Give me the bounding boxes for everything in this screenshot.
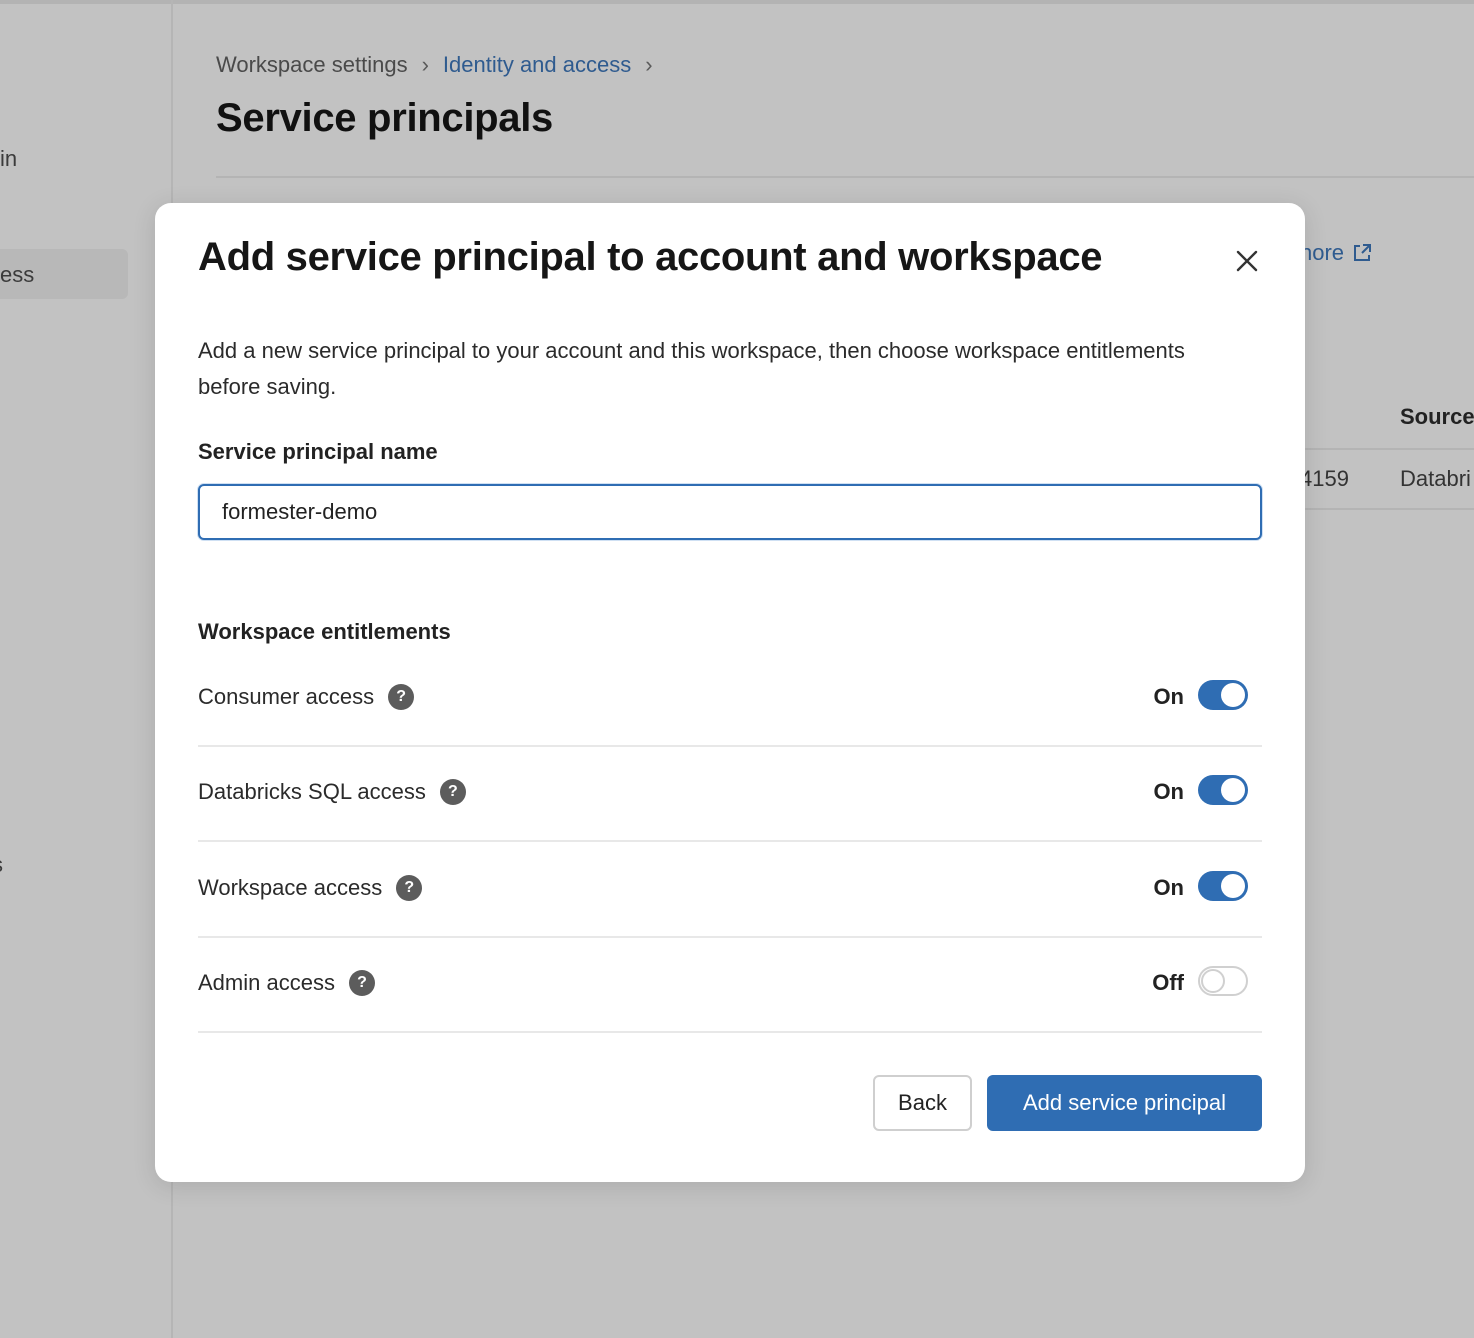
learn-more-link: nore bbox=[1300, 240, 1372, 266]
help-icon[interactable]: ? bbox=[439, 779, 466, 805]
entitlement-label: Workspace access bbox=[198, 875, 383, 900]
workspace-entitlements-heading: Workspace entitlements bbox=[198, 619, 451, 644]
add-service-principal-dialog: Add service principal to account and wor… bbox=[155, 203, 1305, 1182]
toggle-state-label: On bbox=[1153, 779, 1184, 804]
toggle-knob bbox=[1221, 778, 1245, 802]
column-header-source: Source bbox=[1400, 404, 1474, 429]
entitlement-row-consumer-access: Consumer access ? On bbox=[198, 650, 1262, 747]
top-border bbox=[0, 0, 1474, 4]
close-button[interactable] bbox=[1231, 245, 1263, 277]
table-header: Source bbox=[1300, 392, 1474, 450]
breadcrumb-workspace-settings: Workspace settings bbox=[216, 52, 408, 77]
entitlement-label: Consumer access bbox=[198, 684, 375, 709]
entitlement-label-group: Databricks SQL access ? bbox=[198, 779, 466, 805]
breadcrumb-identity-and-access: Identity and access bbox=[442, 52, 632, 77]
toggle-state-label: Off bbox=[1152, 970, 1184, 995]
entitlement-row-admin-access: Admin access ? Off bbox=[198, 936, 1262, 1033]
help-icon[interactable]: ? bbox=[348, 970, 375, 996]
breadcrumb: Workspace settings › Identity and access… bbox=[216, 52, 653, 78]
entitlement-label: Admin access bbox=[198, 970, 335, 995]
breadcrumb-separator: › bbox=[645, 52, 653, 77]
toggle-knob bbox=[1201, 969, 1225, 993]
cell-source: Databri bbox=[1400, 466, 1471, 491]
table-row: 4159 Databri bbox=[1300, 450, 1474, 510]
dialog-title: Add service principal to account and wor… bbox=[198, 235, 1103, 279]
entitlement-label-group: Consumer access ? bbox=[198, 684, 415, 710]
admin-access-toggle[interactable] bbox=[1198, 966, 1248, 996]
learn-more-label: nore bbox=[1300, 240, 1345, 265]
close-icon bbox=[1236, 250, 1258, 272]
consumer-access-toggle[interactable] bbox=[1198, 680, 1248, 710]
sidebar-item-fragment: in bbox=[0, 146, 18, 171]
page-title: Service principals bbox=[216, 96, 554, 140]
workspace-access-toggle[interactable] bbox=[1198, 871, 1248, 901]
toggle-state-label: On bbox=[1153, 684, 1184, 709]
add-service-principal-button[interactable]: Add service principal bbox=[987, 1075, 1262, 1131]
entitlement-label-group: Admin access ? bbox=[198, 970, 375, 996]
sidebar-item-fragment: s bbox=[0, 852, 3, 878]
breadcrumb-separator: › bbox=[421, 52, 429, 77]
cell-application-id: 4159 bbox=[1300, 466, 1349, 491]
toggle-state-label: On bbox=[1153, 875, 1184, 900]
entitlement-label: Databricks SQL access bbox=[198, 779, 426, 804]
entitlement-row-databricks-sql-access: Databricks SQL access ? On bbox=[198, 745, 1262, 842]
service-principal-name-input[interactable] bbox=[198, 484, 1262, 540]
help-icon[interactable]: ? bbox=[388, 684, 415, 710]
page-divider bbox=[216, 176, 1474, 178]
toggle-knob bbox=[1221, 874, 1245, 898]
sidebar: in ess s bbox=[0, 0, 173, 1338]
dialog-description: Add a new service principal to your acco… bbox=[198, 338, 1185, 399]
databricks-sql-access-toggle[interactable] bbox=[1198, 775, 1248, 805]
external-link-icon bbox=[1354, 244, 1372, 261]
service-principal-name-label: Service principal name bbox=[198, 439, 438, 464]
entitlement-row-workspace-access: Workspace access ? On bbox=[198, 841, 1262, 938]
entitlement-label-group: Workspace access ? bbox=[198, 875, 423, 901]
back-button[interactable]: Back bbox=[873, 1075, 972, 1131]
toggle-knob bbox=[1221, 683, 1245, 707]
sidebar-item-fragment: ess bbox=[0, 262, 35, 287]
help-icon[interactable]: ? bbox=[396, 875, 423, 901]
